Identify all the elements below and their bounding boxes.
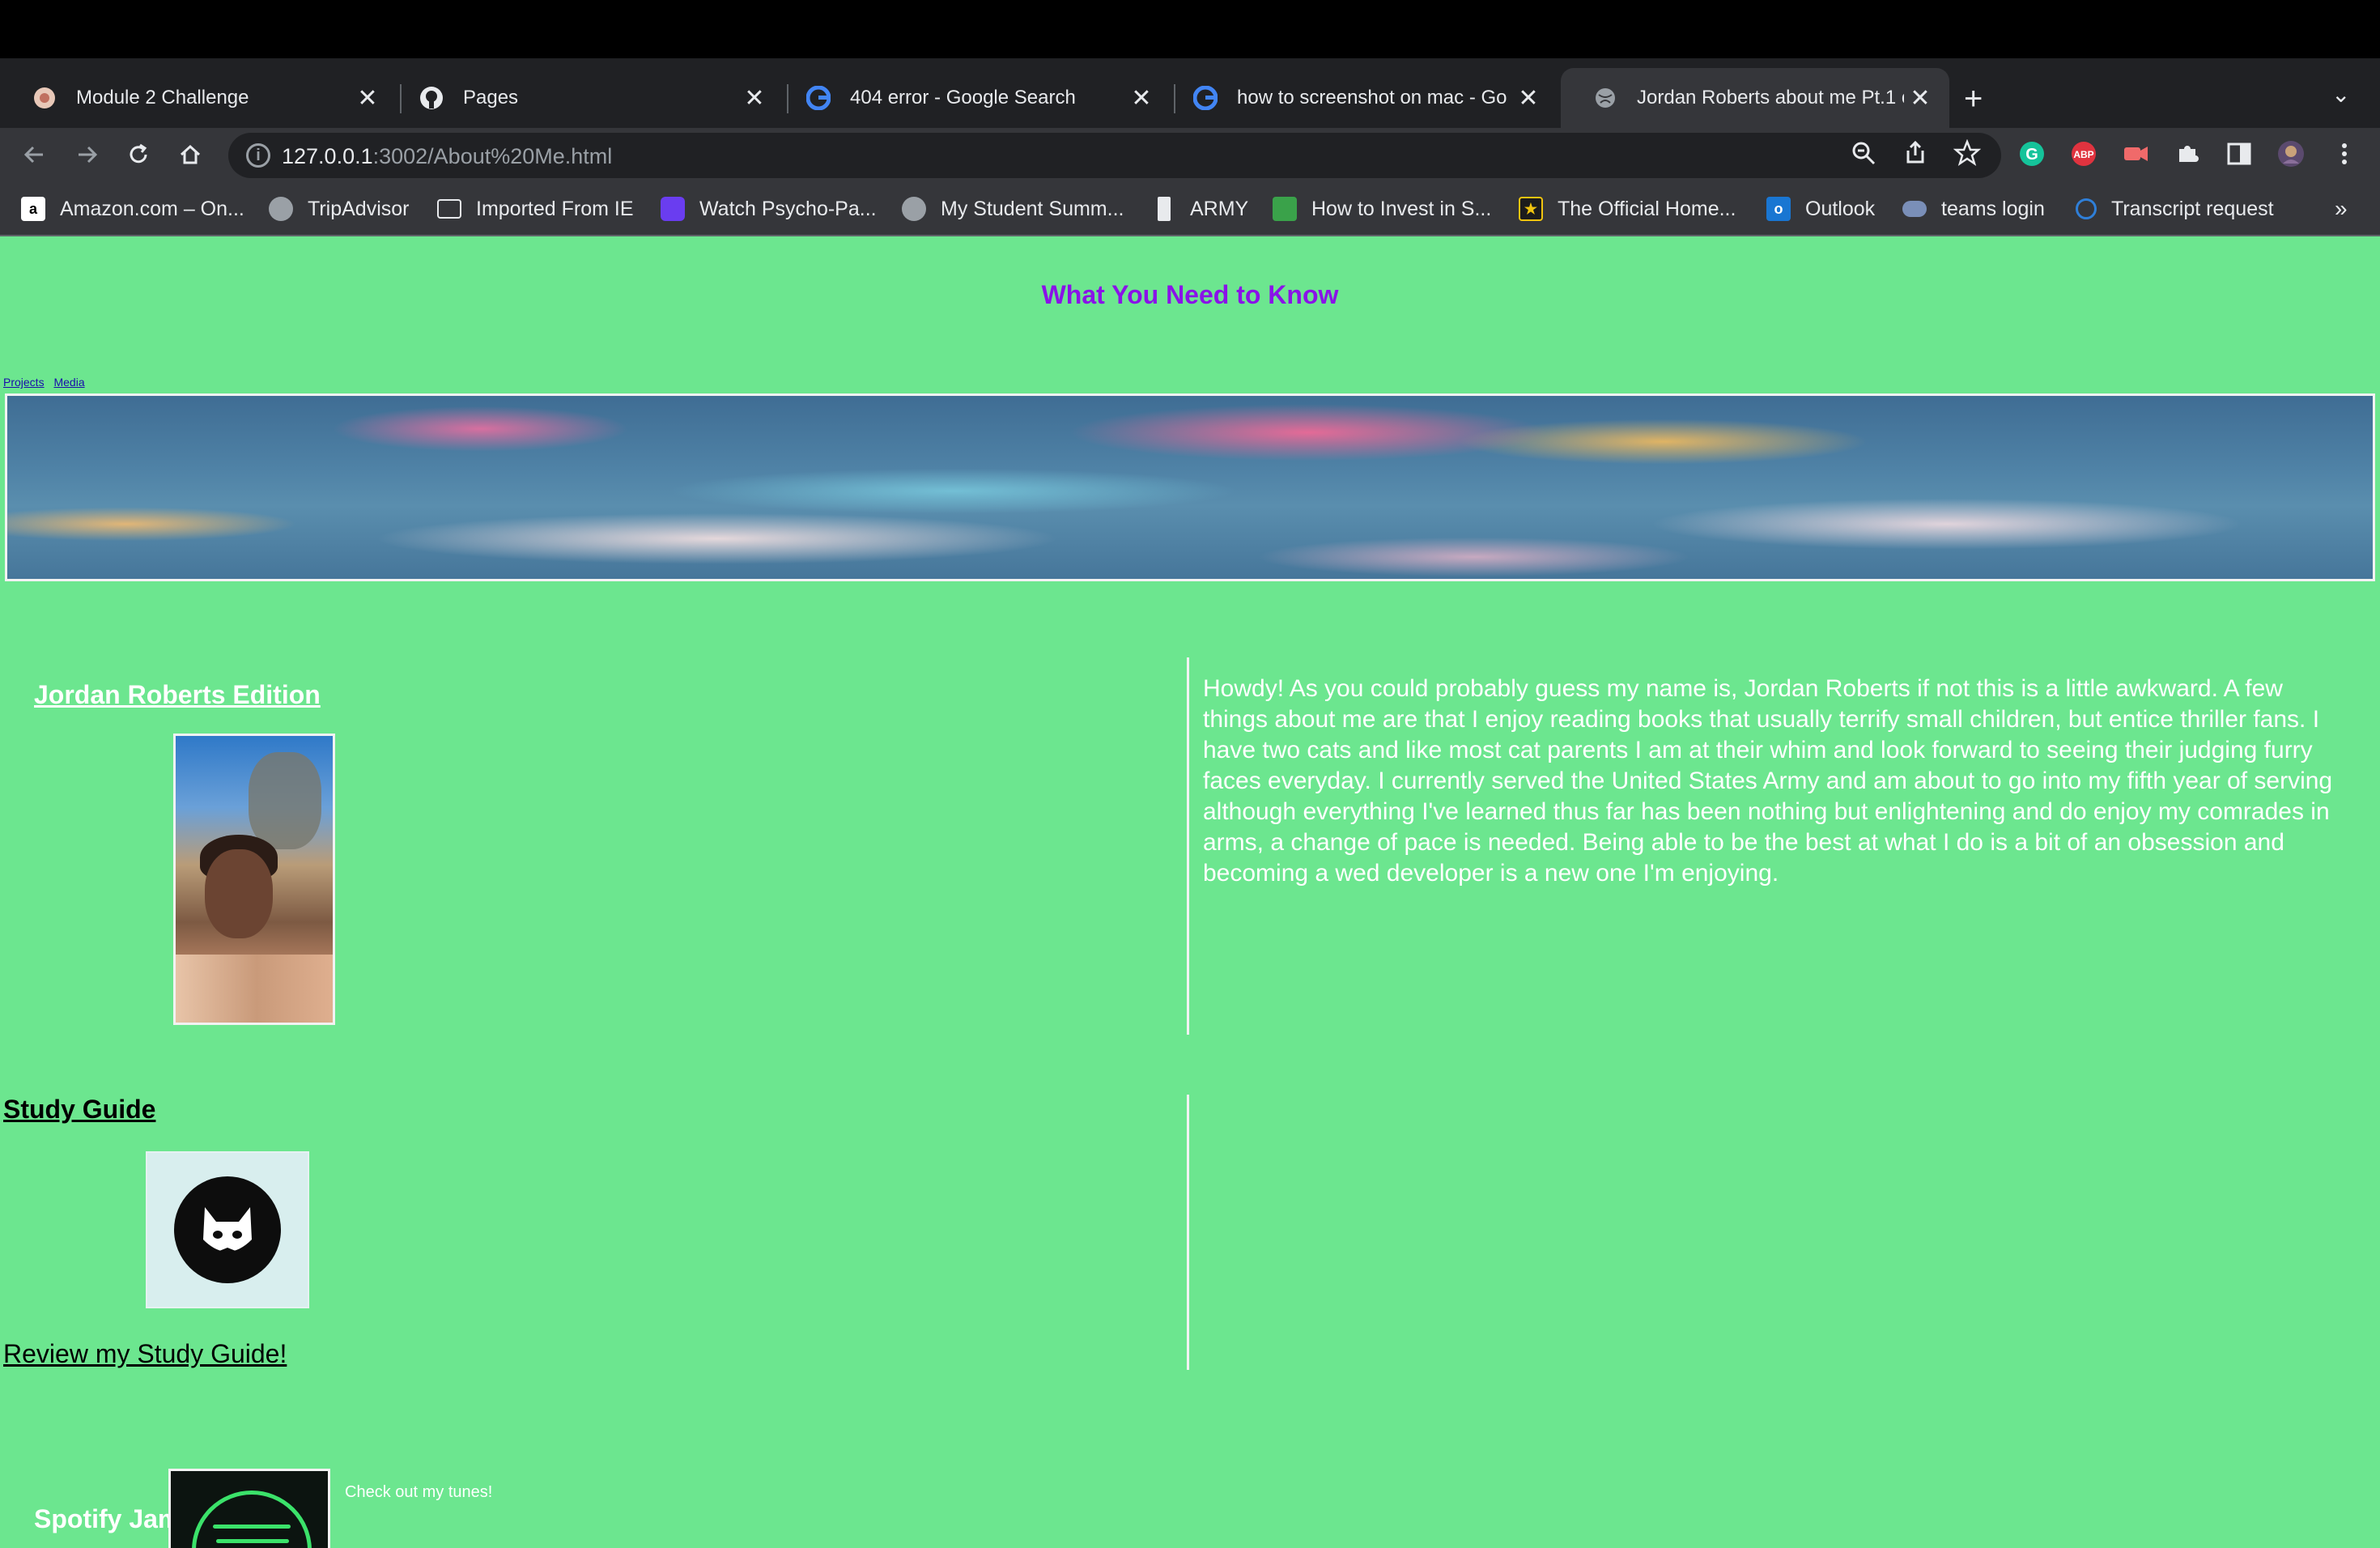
bookmark-label: How to Invest in S... (1311, 197, 1492, 220)
google-icon (1193, 86, 1218, 110)
github-icon (419, 86, 444, 110)
globe-icon (269, 197, 293, 221)
nav-link-projects[interactable]: Projects (3, 376, 45, 389)
reload-button[interactable] (118, 134, 159, 175)
bookmark-psycho-pass[interactable]: Watch Psycho-Pa... (661, 194, 877, 223)
page-viewport: What You Need to Know Projects Media Jor… (0, 236, 2380, 1548)
tab-module-2-challenge[interactable]: Module 2 Challenge ✕ (0, 68, 397, 128)
back-button[interactable] (15, 134, 55, 175)
tab-title: Pages (463, 87, 519, 108)
svg-text:ABP: ABP (2073, 149, 2093, 160)
tab-screenshot-search[interactable]: how to screenshot on mac - Go ✕ (1161, 68, 1558, 128)
bookmark-tripadvisor[interactable]: TripAdvisor (269, 194, 410, 223)
bookmark-label: ARMY (1190, 197, 1249, 220)
tab-title: how to screenshot on mac - Go (1237, 87, 1507, 108)
page-nav: Projects Media (3, 376, 91, 389)
close-icon[interactable]: ✕ (738, 84, 771, 113)
bookmark-label: Watch Psycho-Pa... (699, 197, 877, 220)
outlook-icon: o (1766, 197, 1791, 221)
bookmarks-overflow-button[interactable]: » (2335, 194, 2348, 223)
profile-portrait-image (173, 734, 335, 1025)
bookmark-how-to-invest[interactable]: How to Invest in S... (1273, 194, 1491, 223)
tab-search-button[interactable]: ⌄ (2331, 81, 2350, 108)
bookmark-teams-login[interactable]: teams login (1902, 194, 2045, 223)
bookmark-amazon[interactable]: a Amazon.com – On... (21, 194, 244, 223)
tab-title: 404 error - Google Search (850, 87, 1076, 108)
tab-title: Module 2 Challenge (76, 87, 249, 108)
extensions-puzzle-icon[interactable] (2171, 139, 2204, 172)
army-icon (1158, 197, 1171, 221)
more-menu-icon[interactable] (2328, 139, 2361, 172)
bookmark-official-home[interactable]: ★ The Official Home... (1519, 194, 1736, 223)
about-title-link[interactable]: Jordan Roberts Edition (34, 680, 321, 710)
address-bar[interactable]: i 127.0.0.1:3002/About%20Me.html (228, 133, 2001, 178)
section-divider (1187, 1095, 1189, 1370)
share-icon[interactable] (1899, 139, 1932, 172)
bookmark-imported-from-ie[interactable]: Imported From IE (437, 194, 634, 223)
bookmark-label: Amazon.com – On... (60, 197, 244, 220)
bookmark-label: TripAdvisor (308, 197, 410, 220)
teams-icon (1902, 201, 1927, 217)
section-divider (1187, 657, 1189, 1035)
study-guide-title-link[interactable]: Study Guide (3, 1095, 155, 1125)
bookmark-transcript-request[interactable]: Transcript request (2076, 194, 2274, 223)
tab-404-error-search[interactable]: 404 error - Google Search ✕ (774, 68, 1171, 128)
cat-icon (174, 1176, 281, 1283)
close-icon[interactable]: ✕ (1125, 84, 1158, 113)
spotify-logo-image[interactable] (168, 1469, 330, 1548)
bookmark-army[interactable]: ARMY (1153, 194, 1248, 223)
tab-title: Jordan Roberts about me Pt.1 c (1637, 87, 1904, 108)
bookmark-label: Transcript request (2111, 197, 2274, 220)
new-tab-button[interactable]: + (1964, 81, 1983, 117)
bookmark-outlook[interactable]: o Outlook (1766, 194, 1875, 223)
svg-text:G: G (2025, 146, 2038, 164)
screen-recorder-extension-icon[interactable] (2119, 139, 2152, 172)
profile-avatar[interactable] (2275, 139, 2307, 172)
tab-jordan-roberts-about-me[interactable]: Jordan Roberts about me Pt.1 c ✕ (1561, 68, 1949, 128)
bookmark-student-summary[interactable]: My Student Summ... (902, 194, 1124, 223)
spotify-wave (213, 1525, 291, 1529)
side-panel-icon[interactable] (2223, 139, 2255, 172)
tab-pages[interactable]: Pages ✕ (387, 68, 784, 128)
bookmarks-bar: a Amazon.com – On... TripAdvisor Imported… (0, 183, 2380, 236)
bookmark-label: Imported From IE (476, 197, 634, 220)
spotify-wave (216, 1539, 289, 1543)
close-icon[interactable]: ✕ (351, 84, 384, 113)
about-paragraph: Howdy! As you could probably guess my na… (1203, 675, 2333, 887)
google-icon (806, 86, 831, 110)
url-text[interactable]: 127.0.0.1:3002/About%20Me.html (282, 144, 612, 169)
hero-sky-banner-image (5, 393, 2375, 581)
globe-icon (1593, 86, 1617, 110)
transcript-icon (2076, 198, 2097, 219)
folder-icon (437, 199, 461, 219)
forward-button[interactable] (66, 134, 107, 175)
os-menu-bar (0, 0, 2380, 58)
page-heading: What You Need to Know (1041, 280, 1339, 309)
star-icon: ★ (1519, 197, 1543, 221)
tab-strip: Module 2 Challenge ✕ Pages ✕ 404 error -… (0, 58, 2380, 128)
spotify-caption: Check out my tunes! (345, 1483, 493, 1501)
study-guide-cat-image[interactable] (146, 1151, 309, 1308)
close-icon[interactable]: ✕ (1904, 84, 1936, 113)
psycho-pass-icon (661, 197, 685, 221)
adblock-extension-icon[interactable]: ABP (2068, 139, 2100, 172)
bookmark-label: My Student Summ... (941, 197, 1124, 220)
grammarly-extension-icon[interactable]: G (2016, 139, 2048, 172)
globe-icon (902, 197, 926, 221)
bookmark-label: teams login (1941, 197, 2045, 220)
close-icon[interactable]: ✕ (1512, 84, 1545, 113)
bookmark-label: Outlook (1805, 197, 1876, 220)
invest-icon (1273, 197, 1297, 221)
review-study-guide-link[interactable]: Review my Study Guide! (3, 1339, 287, 1369)
zoom-icon[interactable] (1847, 139, 1880, 172)
home-button[interactable] (170, 134, 210, 175)
browser-toolbar: i 127.0.0.1:3002/About%20Me.html G ABP (0, 128, 2380, 183)
amazon-icon: a (21, 197, 45, 221)
site-info-icon[interactable]: i (246, 143, 270, 168)
module-favicon-icon (32, 86, 57, 110)
bookmark-star-icon[interactable] (1951, 138, 1983, 172)
bookmark-label: The Official Home... (1558, 197, 1736, 220)
nav-link-media[interactable]: Media (53, 376, 84, 389)
